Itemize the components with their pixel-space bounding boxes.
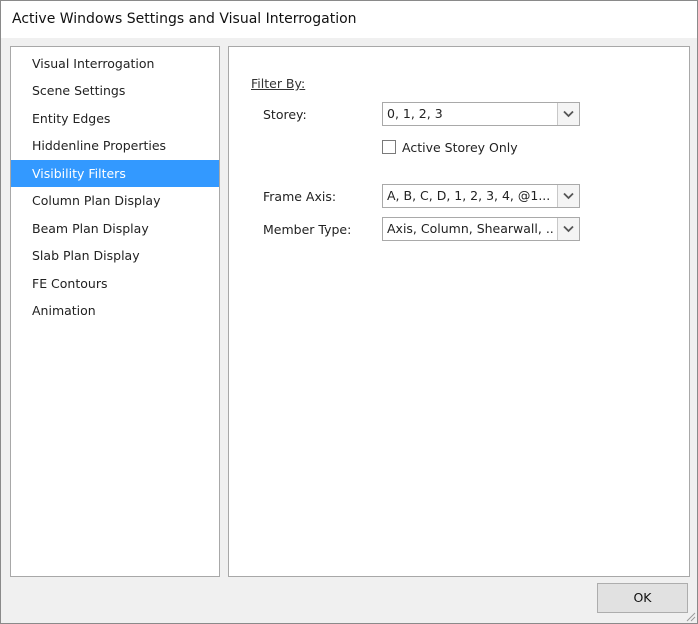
sidebar-item-animation[interactable]: Animation [11,297,219,324]
storey-label: Storey: [263,107,307,122]
title-bar: Active Windows Settings and Visual Inter… [1,1,697,38]
member-type-label: Member Type: [263,222,352,237]
sidebar-item-visibility-filters[interactable]: Visibility Filters [11,160,219,187]
active-storey-only-checkbox[interactable] [382,140,396,154]
member-type-value: Axis, Column, Shearwall, ... [387,221,555,236]
sidebar-item-column-plan-display[interactable]: Column Plan Display [11,187,219,214]
frame-axis-label: Frame Axis: [263,189,337,204]
frame-axis-dropdown[interactable]: A, B, C, D, 1, 2, 3, 4, @1... [382,184,580,208]
resize-grip-icon[interactable] [684,610,696,622]
sidebar-item-hiddenline-properties[interactable]: Hiddenline Properties [11,132,219,159]
storey-dropdown[interactable]: 0, 1, 2, 3 [382,102,580,126]
sidebar-item-slab-plan-display[interactable]: Slab Plan Display [11,242,219,269]
sidebar-item-fe-contours[interactable]: FE Contours [11,270,219,297]
storey-value: 0, 1, 2, 3 [387,106,443,121]
frame-axis-dropdown-button[interactable] [557,185,579,207]
frame-axis-value: A, B, C, D, 1, 2, 3, 4, @1... [387,188,551,203]
chevron-down-icon [563,192,574,200]
ok-button[interactable]: OK [597,583,688,613]
visibility-filters-panel: Filter By: Storey: 0, 1, 2, 3 Active Sto… [228,46,690,577]
sidebar-item-scene-settings[interactable]: Scene Settings [11,77,219,104]
settings-category-list: Visual Interrogation Scene Settings Enti… [10,46,220,577]
sidebar-item-entity-edges[interactable]: Entity Edges [11,105,219,132]
chevron-down-icon [563,225,574,233]
member-type-dropdown-button[interactable] [557,218,579,240]
filter-by-heading: Filter By: [251,76,306,91]
chevron-down-icon [563,110,574,118]
sidebar-item-beam-plan-display[interactable]: Beam Plan Display [11,215,219,242]
member-type-dropdown[interactable]: Axis, Column, Shearwall, ... [382,217,580,241]
active-storey-only-label[interactable]: Active Storey Only [402,140,518,155]
window-title: Active Windows Settings and Visual Inter… [12,11,357,27]
settings-dialog: Active Windows Settings and Visual Inter… [0,0,698,624]
sidebar-item-visual-interrogation[interactable]: Visual Interrogation [11,50,219,77]
storey-dropdown-button[interactable] [557,103,579,125]
